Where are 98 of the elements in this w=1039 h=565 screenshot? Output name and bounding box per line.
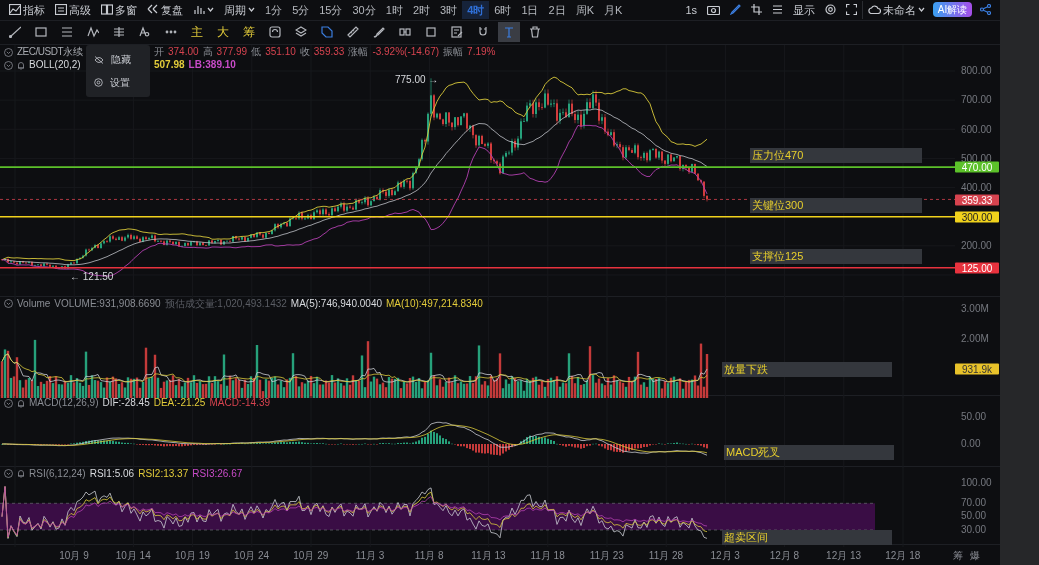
display-button[interactable]: 显示 xyxy=(788,0,821,19)
interval-tab[interactable]: 15分 xyxy=(314,0,348,19)
axis-label: 70.00 xyxy=(961,498,987,509)
high-price-marker: 775.00 → xyxy=(395,72,439,86)
ai-button[interactable]: AI解读 xyxy=(932,2,973,18)
menu-item[interactable]: 隐藏 xyxy=(86,48,150,72)
ohlc-label: 高 xyxy=(202,46,213,59)
interval-tab[interactable]: 5分 xyxy=(287,0,315,19)
chart-mode-button[interactable]: 大 xyxy=(212,22,234,43)
date-label: 10月 29 xyxy=(293,549,329,564)
symbol-name: ZEC/USDT永续 xyxy=(17,46,82,59)
annotation-label: MACD死叉 xyxy=(724,445,894,460)
annotation-label: 支撑位125 xyxy=(750,248,922,264)
date-label: 11月 13 xyxy=(471,549,506,564)
indicator-name: MACD(12,26,9) xyxy=(29,397,99,409)
indicator-name: Volume xyxy=(17,297,51,310)
date-label: 12月 18 xyxy=(885,549,921,564)
ohlc-value: 351.10 xyxy=(265,46,296,59)
interval-tab[interactable]: 1分 xyxy=(260,0,288,19)
menu-item[interactable]: 设置 xyxy=(86,71,150,95)
chart-mode-button[interactable]: 筹 xyxy=(238,22,260,43)
indicator-value: MACD:-14.39 xyxy=(209,397,270,409)
refresh-rate-button[interactable]: 1s xyxy=(680,0,703,19)
indicator-value: DEA:-21.25 xyxy=(153,397,206,409)
ohlc-value: 359.33 xyxy=(313,46,345,59)
annotation-label: 放量下跌 xyxy=(722,361,892,377)
date-label: 12月 13 xyxy=(826,549,862,564)
annotation-label: 关键位300 xyxy=(750,197,922,213)
date-label: 12月 3 xyxy=(710,549,740,564)
date-label: 11月 8 xyxy=(414,549,444,564)
ohlc-value: 374.00 xyxy=(168,46,199,59)
menu-button[interactable]: 指标 xyxy=(4,0,50,19)
axis-label: 600.00 xyxy=(961,124,992,135)
annotation-label: 压力位470 xyxy=(750,148,922,164)
chart-mode-button[interactable]: 主 xyxy=(186,22,208,43)
date-label: 11月 23 xyxy=(589,549,624,564)
interval-tab[interactable]: 2时 xyxy=(407,0,435,19)
ohlc-label: 振幅 xyxy=(443,46,464,59)
date-label: 10月 24 xyxy=(234,549,270,564)
corner-button[interactable]: 爆 xyxy=(970,548,980,564)
ohlc-label: 收 xyxy=(299,46,310,59)
axis-label: 50.00 xyxy=(961,511,987,522)
price-tag: 470.00 xyxy=(955,161,999,173)
ohlc-value: 377.99 xyxy=(216,46,248,59)
axis-label: 30.00 xyxy=(961,524,987,535)
interval-tab[interactable]: 3时 xyxy=(435,0,463,19)
ohlc-value: 7.19% xyxy=(467,46,496,59)
indicator-value: VOLUME:931,908.6690 xyxy=(54,297,161,310)
axis-label: 400.00 xyxy=(961,182,992,193)
date-label: 11月 18 xyxy=(530,549,565,564)
menu-button[interactable]: 多窗 xyxy=(96,0,142,19)
axis-label: 0.00 xyxy=(961,439,981,449)
price-tag: 300.00 xyxy=(955,211,999,223)
axis-label: 50.00 xyxy=(961,412,987,422)
volume-tag: 931.9k xyxy=(955,363,999,375)
ohlc-label: 低 xyxy=(251,46,262,59)
axis-label: 800.00 xyxy=(961,66,992,77)
date-label: 10月 14 xyxy=(115,549,151,564)
indicator-name: BOLL(20,2) xyxy=(29,59,81,72)
price-tag: 125.00 xyxy=(955,262,999,274)
indicator-value: 预估成交量:1,020,493.1432 xyxy=(164,297,287,310)
date-label: 11月 28 xyxy=(648,549,684,564)
axis-label: 500.00 xyxy=(961,153,992,164)
axis-label: 700.00 xyxy=(961,95,992,106)
date-label: 11月 3 xyxy=(355,549,385,564)
indicator-value: DIF:-28.45 xyxy=(102,397,150,409)
date-label: 10月 19 xyxy=(174,549,210,564)
layout-name-button[interactable]: 未命名 xyxy=(862,0,931,19)
indicator-value: MA(5):746,940.0040 xyxy=(290,297,382,310)
axis-label: 100.00 xyxy=(961,478,992,489)
menu-button[interactable]: 复盘 xyxy=(142,0,188,19)
ohlc-label: 涨幅 xyxy=(348,46,369,59)
interval-tab[interactable]: 2日 xyxy=(543,0,571,19)
period-button[interactable]: 周期 xyxy=(219,0,260,19)
low-price-marker: ← 121.50 xyxy=(70,269,114,284)
interval-tab[interactable]: 6时 xyxy=(489,0,517,19)
menu-button[interactable]: 高级 xyxy=(50,0,96,19)
indicator-value: 507.98 xyxy=(154,59,185,72)
indicator-value: LB:389.10 xyxy=(188,59,236,72)
indicator-name: RSI(6,12,24) xyxy=(29,467,86,480)
ohlc-label: 开 xyxy=(154,46,164,59)
indicator-value: RSI3:26.67 xyxy=(192,467,243,480)
axis-label: 2.00M xyxy=(961,333,989,344)
date-label: 10月 9 xyxy=(59,549,89,564)
interval-tab[interactable]: 周K xyxy=(570,0,599,19)
indicator-value: RSI1:5.06 xyxy=(89,467,135,480)
price-tag: 359.33 xyxy=(955,194,999,206)
indicator-value: RSI2:13.37 xyxy=(138,467,189,480)
axis-label: 3.00M xyxy=(961,303,989,314)
ohlc-value: -3.92%(-14.67) xyxy=(372,46,440,59)
interval-tab[interactable]: 1时 xyxy=(380,0,408,19)
interval-tab[interactable]: 30分 xyxy=(347,0,381,19)
axis-label: 200.00 xyxy=(961,241,992,252)
corner-button[interactable]: 筹 xyxy=(953,548,963,564)
date-label: 12月 8 xyxy=(769,549,800,564)
interval-tab[interactable]: 月K xyxy=(598,0,628,19)
indicator-value: MA(10):497,214.8340 xyxy=(386,297,483,310)
interval-tab[interactable]: 1日 xyxy=(516,0,544,19)
